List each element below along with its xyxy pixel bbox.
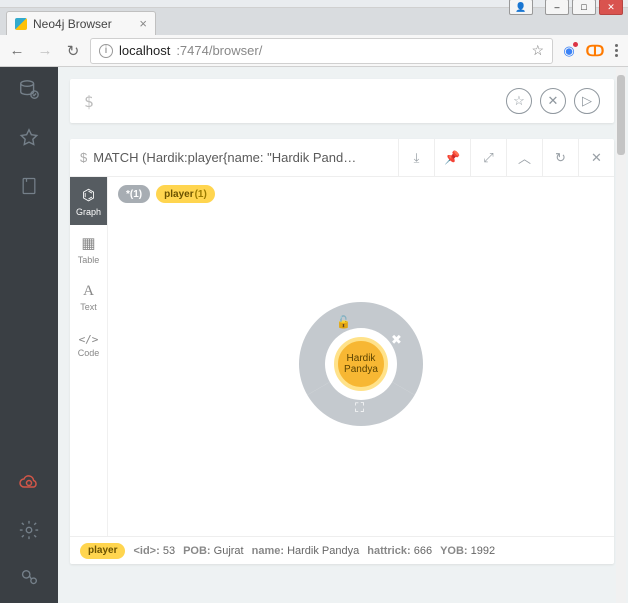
view-tab-label: Graph xyxy=(76,207,101,217)
chip-count: (1) xyxy=(195,189,207,200)
browser-tabstrip: Neo4j Browser × xyxy=(0,8,628,35)
close-frame-button[interactable]: ✕ xyxy=(578,139,614,177)
view-tab-label: Table xyxy=(78,255,100,265)
result-prompt: $ xyxy=(80,150,87,165)
collapse-button[interactable]: ︿ xyxy=(506,139,542,177)
chip-player[interactable]: player(1) xyxy=(156,185,215,203)
view-tab-text[interactable]: A Text xyxy=(70,273,107,321)
neo4j-app: $ ☆ ✕ ▷ $ MATCH (Hardik:player{name: "Ha… xyxy=(0,67,628,603)
main-scrollbar[interactable] xyxy=(616,67,626,603)
view-tab-table[interactable]: ▦ Table xyxy=(70,225,107,273)
site-info-icon[interactable]: i xyxy=(99,44,113,58)
result-query-text: $ MATCH (Hardik:player{name: "Hardik Pan… xyxy=(70,150,398,165)
detail-name: name: Hardik Pandya xyxy=(252,545,360,557)
scrollbar-thumb[interactable] xyxy=(617,75,625,155)
detail-label-chip[interactable]: player xyxy=(80,543,125,559)
editor-clear-button[interactable]: ✕ xyxy=(540,88,566,114)
bookmark-star-icon[interactable]: ☆ xyxy=(531,42,544,59)
unlock-icon: 🔓 xyxy=(336,315,351,329)
editor-run-button[interactable]: ▷ xyxy=(574,88,600,114)
about-icon[interactable] xyxy=(16,565,42,591)
detail-hattrick: hattrick: 666 xyxy=(367,545,432,557)
result-toolbar: ⤓ 📌 ⤢ ︿ ↻ ✕ xyxy=(398,139,614,177)
url-input[interactable]: i localhost :7474/browser/ ☆ xyxy=(90,38,553,64)
documents-icon[interactable] xyxy=(16,173,42,199)
view-tab-label: Code xyxy=(78,348,100,358)
tab-close-icon[interactable]: × xyxy=(139,16,147,31)
sidebar-top-group xyxy=(16,77,42,199)
editor-actions: ☆ ✕ ▷ xyxy=(506,88,600,114)
editor-favorite-button[interactable]: ☆ xyxy=(506,88,532,114)
detail-pob: POB: Gujrat xyxy=(183,545,244,557)
extension-2-icon[interactable]: ↀ xyxy=(585,41,605,61)
expand-node-icon: ⛶ xyxy=(354,400,365,415)
main-pane: $ ☆ ✕ ▷ $ MATCH (Hardik:player{name: "Ha… xyxy=(58,67,628,603)
favorites-star-icon[interactable] xyxy=(16,125,42,151)
node-label-line1: Hardik xyxy=(344,353,378,364)
sidebar-bottom-group xyxy=(16,469,42,591)
pin-button[interactable]: 📌 xyxy=(434,139,470,177)
neo4j-favicon-icon xyxy=(15,18,27,30)
result-query-value: MATCH (Hardik:player{name: "Hardik Pand… xyxy=(93,150,356,165)
window-controls: – □ ✕ xyxy=(545,0,623,15)
code-icon: </> xyxy=(79,333,99,346)
detail-yob: YOB: 1992 xyxy=(440,545,495,557)
result-frame: $ MATCH (Hardik:player{name: "Hardik Pan… xyxy=(70,139,614,564)
label-chips: *(1) player(1) xyxy=(118,185,215,203)
result-header: $ MATCH (Hardik:player{name: "Hardik Pan… xyxy=(70,139,614,177)
graph-node[interactable]: Hardik Pandya xyxy=(334,337,388,391)
chip-label: player xyxy=(164,189,193,200)
nav-forward-button[interactable]: → xyxy=(34,40,56,62)
view-tab-code[interactable]: </> Code xyxy=(70,321,107,369)
browser-menu-button[interactable] xyxy=(611,44,622,57)
download-button[interactable]: ⤓ xyxy=(398,139,434,177)
view-tab-label: Text xyxy=(80,302,97,312)
window-user-button[interactable]: 👤 xyxy=(509,0,533,15)
query-editor[interactable]: $ ☆ ✕ ▷ xyxy=(70,79,614,123)
settings-gear-icon[interactable] xyxy=(16,517,42,543)
fullscreen-button[interactable]: ⤢ xyxy=(470,139,506,177)
node-details-bar: player <id>: 53 POB: Gujrat name: Hardik… xyxy=(70,536,614,564)
extension-1-icon[interactable]: ◉ xyxy=(559,41,579,61)
window-maximize-button[interactable]: □ xyxy=(572,0,596,15)
text-icon: A xyxy=(83,283,94,300)
result-body: ⌬ Graph ▦ Table A Text </> Code xyxy=(70,177,614,536)
rerun-button[interactable]: ↻ xyxy=(542,139,578,177)
view-tab-graph[interactable]: ⌬ Graph xyxy=(70,177,107,225)
window-close-button[interactable]: ✕ xyxy=(599,0,623,15)
browser-addressbar: ← → ↻ i localhost :7474/browser/ ☆ ◉ ↀ xyxy=(0,35,628,67)
cloud-sync-icon[interactable] xyxy=(16,469,42,495)
url-path: :7474/browser/ xyxy=(176,43,262,58)
editor-prompt: $ xyxy=(84,92,94,111)
node-label-line2: Pandya xyxy=(344,364,378,375)
graph-icon: ⌬ xyxy=(82,186,95,205)
detail-id: <id>: 53 xyxy=(133,545,175,557)
database-icon[interactable] xyxy=(16,77,42,103)
graph-canvas[interactable]: *(1) player(1) xyxy=(108,177,614,536)
view-tabs: ⌬ Graph ▦ Table A Text </> Code xyxy=(70,177,108,536)
nav-back-button[interactable]: ← xyxy=(6,40,28,62)
table-icon: ▦ xyxy=(81,234,95,253)
browser-tab-title: Neo4j Browser xyxy=(33,17,112,31)
nav-reload-button[interactable]: ↻ xyxy=(62,40,84,62)
window-titlebar: 👤 – □ ✕ xyxy=(0,0,628,8)
remove-icon: ✖ xyxy=(391,332,402,347)
chip-all[interactable]: *(1) xyxy=(118,185,150,203)
window-minimize-button[interactable]: – xyxy=(545,0,569,15)
url-host: localhost xyxy=(119,43,170,58)
sidebar xyxy=(0,67,58,603)
browser-tab[interactable]: Neo4j Browser × xyxy=(6,11,156,35)
